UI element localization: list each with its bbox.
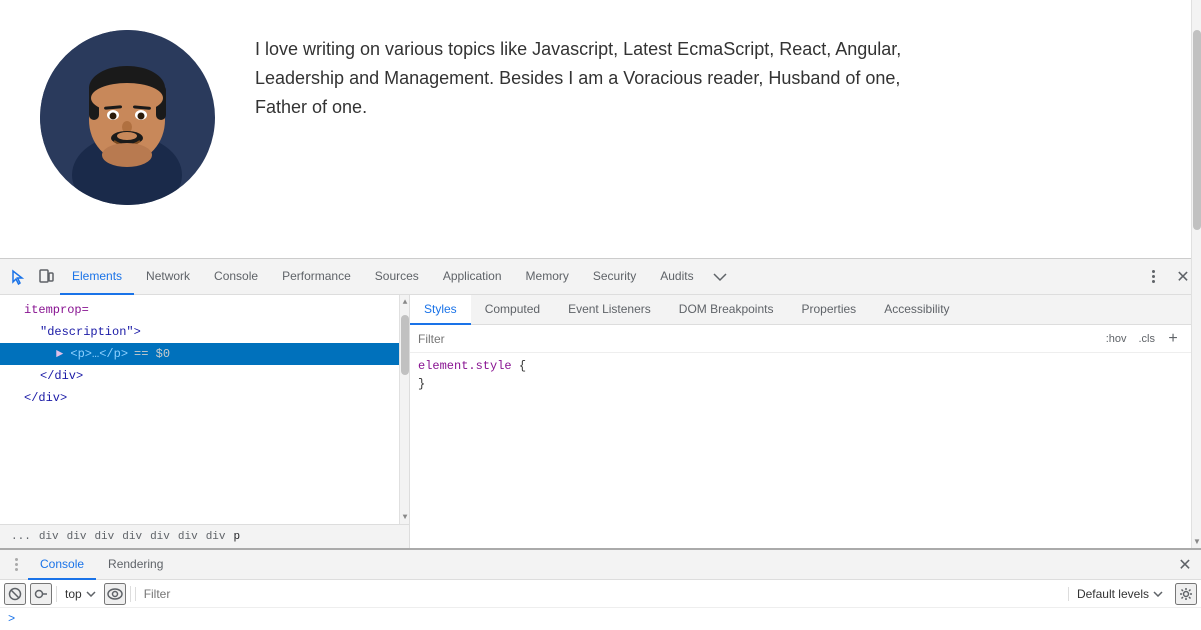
console-level-select[interactable]: Default levels	[1068, 587, 1171, 601]
console-panel: Console Rendering ✕ top	[0, 548, 1201, 630]
breadcrumb-div3[interactable]: div	[91, 531, 117, 543]
css-rule-close: }	[418, 377, 1183, 391]
styles-panel: Styles Computed Event Listeners DOM Brea…	[410, 295, 1191, 548]
breadcrumb-div7[interactable]: div	[203, 531, 229, 543]
dom-line: </div>	[0, 365, 399, 387]
css-close-brace: }	[418, 377, 425, 391]
console-separator	[56, 586, 57, 602]
console-prompt: >	[8, 612, 15, 626]
breadcrumb-div1[interactable]: div	[36, 531, 62, 543]
breadcrumb-ellipsis[interactable]: ...	[8, 531, 34, 543]
device-toolbar-button[interactable]	[32, 263, 60, 291]
gear-icon	[1179, 587, 1193, 601]
styles-scrollbar-down[interactable]: ▼	[1192, 534, 1201, 548]
tab-network[interactable]: Network	[134, 259, 202, 295]
styles-scrollbar[interactable]: ▲ ▼	[1191, 295, 1201, 548]
clear-console-button[interactable]	[4, 583, 26, 605]
scrollbar-down-arrow[interactable]: ▼	[400, 510, 410, 524]
tab-application[interactable]: Application	[431, 259, 514, 295]
dom-line: "description">	[0, 321, 399, 343]
devtools-toolbar: Elements Network Console Performance Sou…	[0, 259, 1201, 295]
console-drag-handle	[4, 553, 28, 577]
console-toolbar: top Default levels	[0, 580, 1201, 608]
level-chevron-icon	[1153, 591, 1163, 597]
devtools-menu-button[interactable]	[1139, 263, 1167, 291]
console-filter-input[interactable]	[135, 587, 1064, 601]
styles-filter-bar: :hov .cls +	[410, 325, 1191, 353]
main-scrollbar-thumb[interactable]	[1193, 30, 1201, 230]
breadcrumb-bar: ... div div div div div div div p	[0, 524, 409, 548]
dom-panel: itemprop= "description"> ► <p>…</p> == $…	[0, 295, 410, 548]
dom-line: itemprop=	[0, 299, 399, 321]
styles-tab-accessibility[interactable]: Accessibility	[870, 295, 963, 325]
styles-tabs: Styles Computed Event Listeners DOM Brea…	[410, 295, 1191, 325]
scrollbar-up-arrow[interactable]: ▲	[400, 295, 410, 309]
cls-button[interactable]: .cls	[1135, 332, 1160, 346]
css-rule: element.style {	[418, 359, 1183, 373]
console-separator2	[130, 586, 131, 602]
styles-content: element.style { }	[410, 353, 1191, 548]
styles-tab-properties[interactable]: Properties	[787, 295, 870, 325]
breadcrumb-div2[interactable]: div	[64, 531, 90, 543]
console-level-label: Default levels	[1077, 587, 1149, 601]
breadcrumb-div6[interactable]: div	[175, 531, 201, 543]
add-style-button[interactable]: +	[1163, 329, 1183, 349]
console-settings-button[interactable]	[1175, 583, 1197, 605]
breadcrumb-div4[interactable]: div	[119, 531, 145, 543]
hov-button[interactable]: :hov	[1102, 332, 1131, 346]
inspect-element-button[interactable]	[4, 263, 32, 291]
tab-security[interactable]: Security	[581, 259, 648, 295]
chevron-down-icon	[86, 591, 96, 597]
drag-dots-icon	[15, 558, 18, 571]
page-content: I love writing on various topics like Ja…	[0, 0, 1201, 258]
main-page-scrollbar[interactable]	[1191, 0, 1201, 330]
dom-scrollbar[interactable]: ▲ ▼	[399, 295, 409, 524]
close-icon: ✕	[1176, 267, 1189, 287]
profile-bio: I love writing on various topics like Ja…	[255, 30, 955, 121]
tab-audits[interactable]: Audits	[648, 259, 705, 295]
console-context-label: top	[65, 587, 82, 601]
console-eye-button[interactable]	[104, 583, 126, 605]
tab-elements[interactable]: Elements	[60, 259, 134, 295]
styles-tab-styles[interactable]: Styles	[410, 295, 471, 325]
breadcrumb-div5[interactable]: div	[147, 531, 173, 543]
console-tab-rendering[interactable]: Rendering	[96, 550, 175, 580]
dom-content[interactable]: itemprop= "description"> ► <p>…</p> == $…	[0, 295, 399, 524]
tab-memory[interactable]: Memory	[514, 259, 581, 295]
console-close-icon: ✕	[1178, 555, 1191, 575]
styles-filter-buttons: :hov .cls +	[1102, 329, 1183, 349]
dom-line-selected[interactable]: ► <p>…</p> == $0	[0, 343, 399, 365]
eye-icon	[107, 588, 123, 600]
profile-image	[40, 30, 215, 205]
console-tabs-bar: Console Rendering ✕	[0, 550, 1201, 580]
css-selector: element.style	[418, 359, 512, 373]
dom-panel-inner: itemprop= "description"> ► <p>…</p> == $…	[0, 295, 409, 524]
styles-filter-input[interactable]	[418, 332, 1102, 346]
console-filter-button[interactable]	[30, 583, 52, 605]
tab-console[interactable]: Console	[202, 259, 270, 295]
dom-scrollbar-thumb[interactable]	[401, 315, 409, 375]
console-context-select[interactable]: top	[61, 587, 100, 601]
more-tabs-button[interactable]	[706, 263, 734, 291]
console-close-button[interactable]: ✕	[1173, 553, 1197, 577]
breadcrumb-p[interactable]: p	[231, 531, 244, 543]
console-tab-console[interactable]: Console	[28, 550, 96, 580]
devtools-panel: Elements Network Console Performance Sou…	[0, 258, 1201, 548]
styles-tab-computed[interactable]: Computed	[471, 295, 554, 325]
tab-performance[interactable]: Performance	[270, 259, 363, 295]
dom-line: </div>	[0, 387, 399, 409]
console-input-area[interactable]: >	[0, 608, 1201, 630]
kebab-icon	[1152, 270, 1155, 283]
devtools-main: itemprop= "description"> ► <p>…</p> == $…	[0, 295, 1201, 548]
styles-tab-dom-breakpoints[interactable]: DOM Breakpoints	[665, 295, 788, 325]
styles-tab-event-listeners[interactable]: Event Listeners	[554, 295, 665, 325]
tab-sources[interactable]: Sources	[363, 259, 431, 295]
